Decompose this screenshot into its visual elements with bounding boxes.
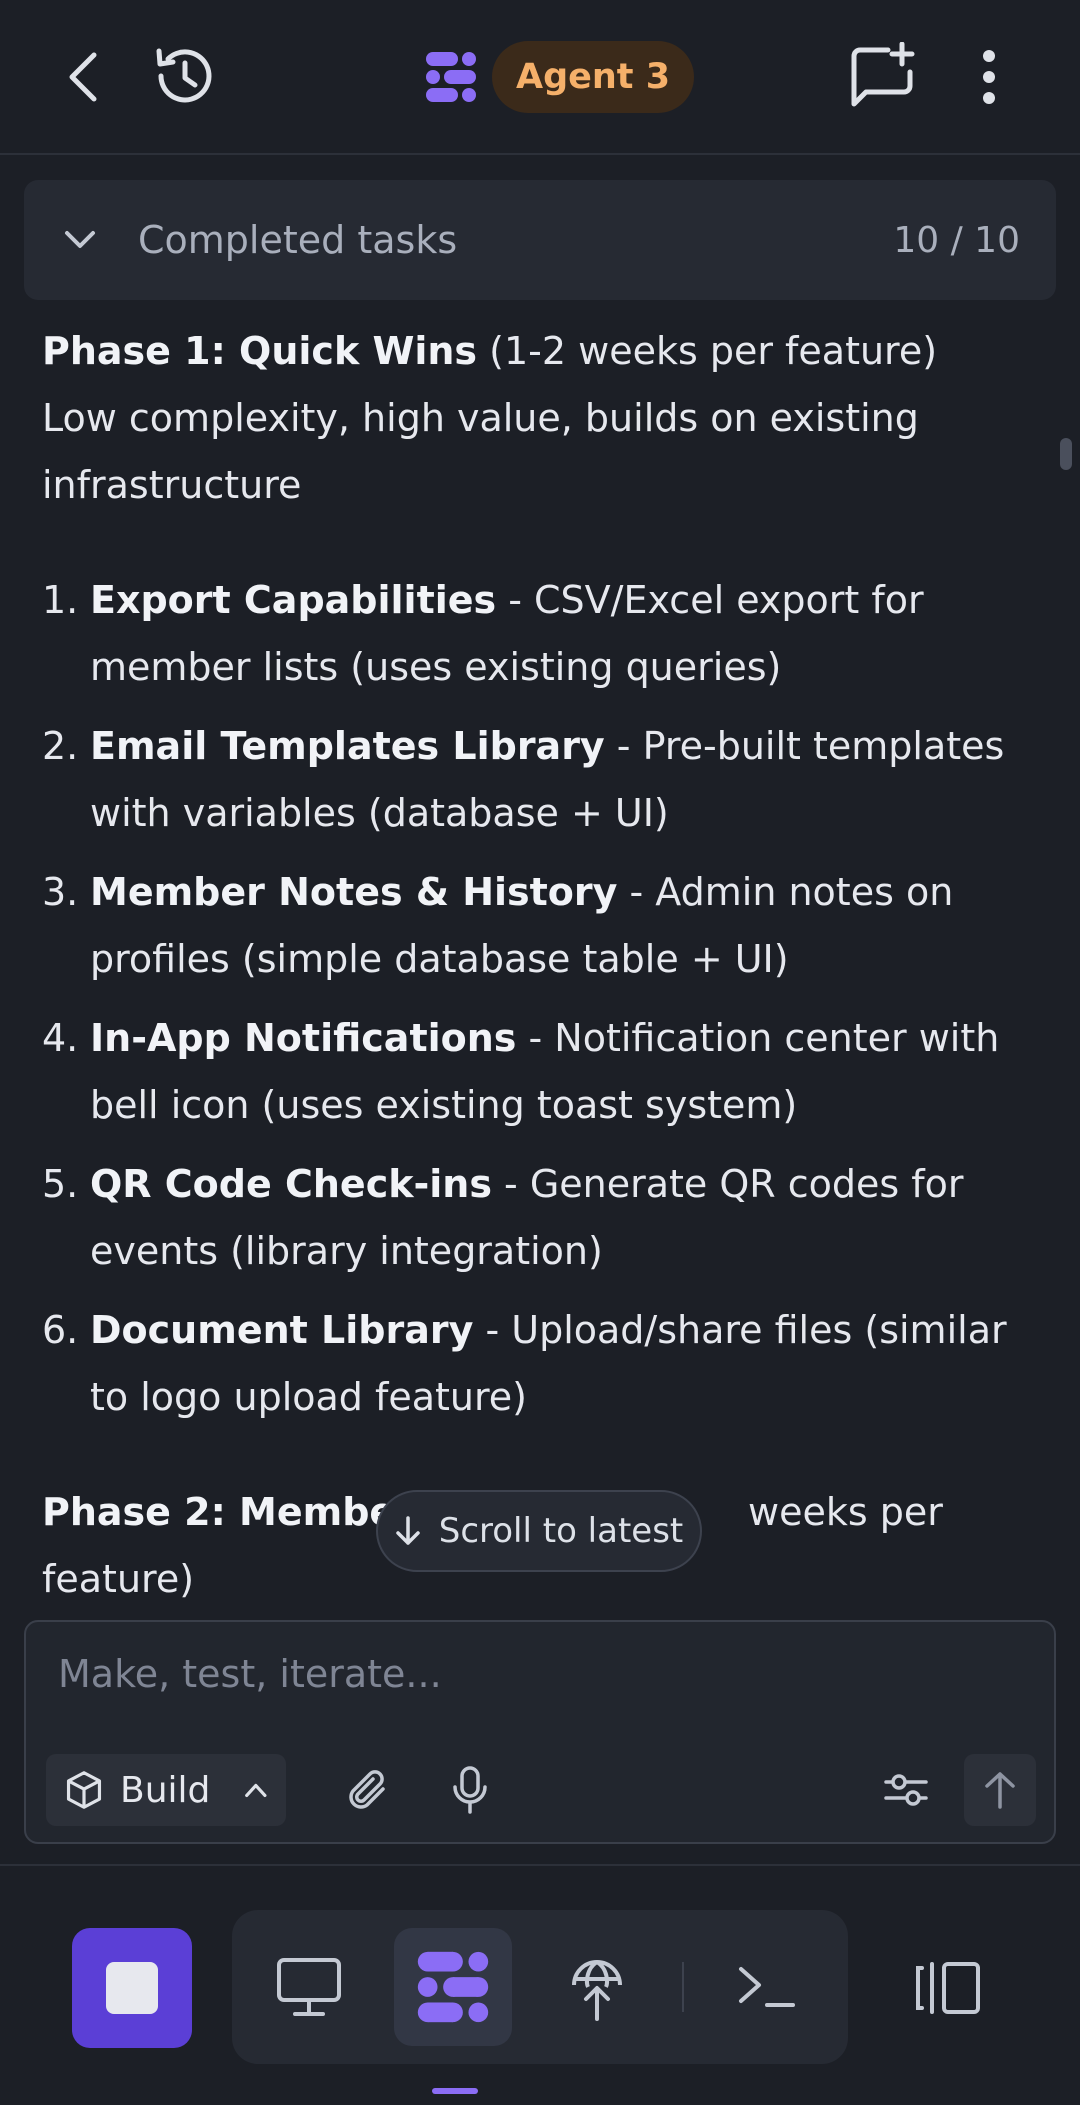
sliders-icon bbox=[884, 1774, 928, 1806]
list-item: 5. QR Code Check-ins - Generate QR codes … bbox=[42, 1162, 964, 1273]
agent-selector[interactable]: Agent 3 bbox=[424, 40, 695, 114]
terminal-icon bbox=[739, 1967, 795, 2007]
list-item: 1. Export Capabilities - CSV/Excel export… bbox=[42, 578, 924, 689]
build-mode-label: Build bbox=[120, 1769, 211, 1811]
chevron-left-icon bbox=[69, 52, 97, 102]
back-button[interactable] bbox=[52, 40, 116, 114]
phase1-duration: (1-2 weeks per feature) bbox=[477, 329, 938, 373]
phase2-title: Phase 2: Member bbox=[42, 1490, 414, 1534]
history-button[interactable] bbox=[148, 36, 220, 116]
arrow-down-icon bbox=[395, 1516, 420, 1545]
chevron-down-icon bbox=[60, 220, 100, 260]
microphone-icon bbox=[453, 1766, 487, 1814]
top-bar: Agent 3 bbox=[0, 0, 1080, 155]
nav-separator bbox=[682, 1962, 684, 2012]
new-chat-button[interactable] bbox=[844, 38, 922, 116]
phase1-description: Low complexity, high value, builds on ex… bbox=[42, 396, 919, 507]
history-icon bbox=[156, 48, 212, 103]
preview-tab[interactable] bbox=[250, 1928, 368, 2046]
phase1-heading: Phase 1: Quick Wins (1-2 weeks per featu… bbox=[42, 318, 1042, 385]
bottom-nav-group bbox=[232, 1910, 848, 2064]
stop-icon bbox=[106, 1962, 158, 2014]
build-mode-button[interactable]: Build bbox=[46, 1754, 286, 1826]
more-options-button[interactable] bbox=[964, 40, 1014, 114]
prompt-input[interactable]: Make, test, iterate... bbox=[58, 1652, 442, 1696]
completed-tasks-label: Completed tasks bbox=[138, 218, 458, 262]
prompt-composer: Make, test, iterate... Build bbox=[24, 1620, 1056, 1844]
phase1-title: Phase 1: Quick Wins bbox=[42, 329, 478, 373]
deploy-globe-icon bbox=[572, 1960, 622, 2021]
agent-tab[interactable] bbox=[394, 1928, 512, 2046]
list-item: 4. In-App Notifications - Notification ce… bbox=[42, 1016, 1000, 1127]
scroll-to-latest-label: Scroll to latest bbox=[438, 1511, 684, 1551]
deploy-tab[interactable] bbox=[538, 1928, 656, 2046]
shell-tab[interactable] bbox=[708, 1928, 826, 2046]
list-item: 6. Document Library - Upload/share files … bbox=[42, 1308, 1007, 1419]
bottom-divider bbox=[0, 1864, 1080, 1866]
agent-version-badge: Agent 3 bbox=[492, 41, 695, 113]
arrow-up-icon bbox=[985, 1772, 1015, 1809]
layout-switch-button[interactable] bbox=[888, 1928, 1008, 2048]
monitor-icon bbox=[277, 1958, 341, 2016]
feature-list: 1. Export Capabilities - CSV/Excel export… bbox=[42, 567, 1042, 1431]
scrollbar-thumb[interactable] bbox=[1060, 438, 1072, 470]
settings-sliders-button[interactable] bbox=[870, 1754, 942, 1826]
completed-tasks-count: 10 / 10 bbox=[893, 219, 1020, 261]
phase1-block: Phase 1: Quick Wins (1-2 weeks per featu… bbox=[42, 318, 1042, 519]
new-chat-icon bbox=[851, 42, 915, 107]
paperclip-icon bbox=[349, 1770, 385, 1809]
cube-icon bbox=[66, 1771, 102, 1809]
list-item: 2. Email Templates Library - Pre-built te… bbox=[42, 724, 1005, 835]
agent-icon bbox=[417, 1951, 489, 2023]
replit-agent-logo-icon bbox=[426, 52, 476, 102]
scroll-to-latest-button[interactable]: Scroll to latest bbox=[376, 1490, 702, 1572]
more-vertical-icon bbox=[983, 50, 995, 104]
attach-button[interactable] bbox=[332, 1754, 404, 1826]
stop-agent-button[interactable] bbox=[72, 1928, 192, 2048]
home-indicator bbox=[432, 2088, 478, 2094]
split-layout-icon bbox=[916, 1962, 980, 2014]
chevron-up-icon bbox=[245, 1783, 267, 1798]
send-button[interactable] bbox=[964, 1754, 1036, 1826]
completed-tasks-toggle[interactable]: Completed tasks 10 / 10 bbox=[24, 180, 1056, 300]
agent-message: Phase 1: Quick Wins (1-2 weeks per featu… bbox=[42, 318, 1042, 1613]
microphone-button[interactable] bbox=[434, 1754, 506, 1826]
list-item: 3. Member Notes & History - Admin notes o… bbox=[42, 870, 954, 981]
